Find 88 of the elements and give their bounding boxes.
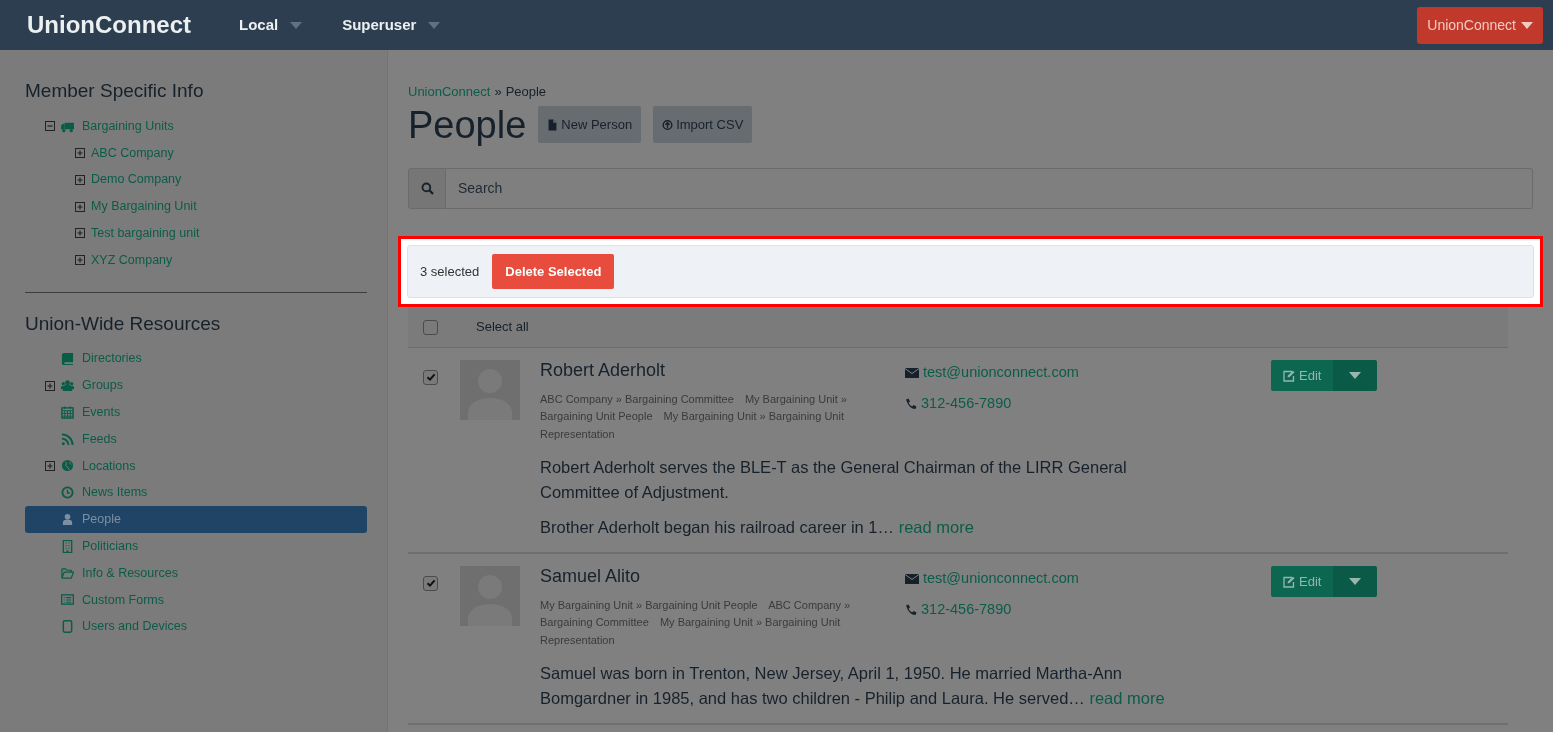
account-dropdown-button[interactable]: UnionConnect [1417,6,1543,44]
caret-icon [290,21,303,29]
users-icon [61,379,74,393]
group-tags: My Bargaining Unit » Bargaining Unit People ABC Company » Bargaining Committee My Bargaining Unit » Bargaining Unit Representation [540,596,870,650]
section-heading: Member Specific Info [25,80,205,103]
sidebar-item[interactable]: Custom Forms [25,586,367,614]
bio-paragraph: Samuel was born in Trenton, New Jersey, April 1, 1950. He married Martha-Ann Bomgardner in 1985, and has two children - Philip and Laura. He served… read more [540,663,1166,710]
building-icon [61,539,74,553]
dropdown-toggle-button[interactable] [1333,566,1378,598]
bio-paragraph: Robert Aderholt serves the BLE-T as the General Chairman of the LIRR General Committee of Adjustment. [540,457,1128,504]
clock-icon [61,486,74,500]
sidebar-item[interactable]: Info & Resources [25,559,367,587]
sidebar-item[interactable]: Bargaining Units [25,112,367,140]
expand-toggle-icon [45,380,55,391]
brand-logo-text[interactable]: UnionConnect [27,7,191,43]
dropdown-toggle-button[interactable] [1333,360,1378,391]
envelope-icon [905,572,919,585]
read-more-link[interactable]: read more [1089,689,1165,708]
globe-icon [61,459,74,473]
check-icon [425,372,436,382]
nav-dropdown[interactable]: Superuser [342,13,441,37]
phone-link[interactable]: 312-456-7890 [905,598,1012,621]
section-heading: Union-Wide Resources [25,312,222,336]
edit-button[interactable]: Edit [1271,360,1334,391]
expand-toggle-icon [45,460,55,471]
checked-checkbox[interactable] [423,369,438,385]
list-icon [61,593,74,607]
checkbox[interactable] [423,319,438,335]
sidebar-item[interactable]: Users and Devices [25,613,367,641]
group-tags: ABC Company » Bargaining Committee My Bargaining Unit » Bargaining Unit People My Bargaining Unit » Bargaining Unit Representation [540,390,870,444]
edit-icon [1283,369,1295,382]
check-icon [425,578,436,589]
calendar-icon [61,405,74,419]
search-field[interactable]: Search [446,167,1533,209]
tablet-icon [61,620,74,634]
sidebar-item[interactable]: Feeds [25,425,367,453]
file-icon [547,118,559,131]
caret-icon [1349,578,1362,586]
expand-toggle-icon [75,255,85,266]
sidebar-item[interactable]: My Bargaining Unit [25,193,367,220]
sidebar-item[interactable]: Groups [25,372,367,399]
expand-toggle-icon [75,201,85,212]
page-title: People [408,105,527,144]
sidebar-item[interactable]: Test bargaining unit [25,220,367,247]
caret-icon [428,21,441,29]
new-person-button[interactable]: New Person [538,105,642,144]
email-link[interactable]: test@unionconnect.com [905,568,1079,590]
sidebar-item[interactable]: Locations [25,452,367,480]
phone-icon [905,603,917,616]
breadcrumb-separator: » [494,83,502,101]
nav-dropdown[interactable]: Local [239,13,303,37]
phone-link[interactable]: 312-456-7890 [905,392,1012,415]
sidebar-item[interactable]: ABC Company [25,139,367,167]
checked-checkbox[interactable] [423,575,438,591]
person-name[interactable]: Samuel Alito [540,566,905,588]
sidebar-item[interactable]: Directories [25,345,367,373]
selected-count: 3 selected [420,262,480,281]
read-more-link[interactable]: read more [898,518,974,537]
breadcrumb-link[interactable]: UnionConnect [408,82,491,102]
bio-paragraph: Brother Aderholt began his railroad career in 1… read more [540,517,975,539]
select-all-label[interactable]: Select all [476,317,529,337]
folder-icon [61,566,74,580]
envelope-icon [905,366,919,379]
sidebar-item[interactable]: Events [25,398,367,426]
breadcrumb-current: People [505,83,547,101]
upload-circle-icon [662,118,674,131]
delete-selected-button[interactable]: Delete Selected [492,253,615,289]
expand-toggle-icon [75,174,85,185]
import-csv-button[interactable]: Import CSV [653,105,753,144]
collapse-toggle-icon [45,121,55,132]
sidebar-item[interactable]: XYZ Company [25,246,367,274]
caret-icon [1349,372,1362,379]
edit-icon [1283,575,1295,588]
sidebar-item[interactable]: News Items [25,479,367,507]
edit-button[interactable]: Edit [1271,566,1334,598]
expand-toggle-icon [75,148,85,158]
sidebar-item[interactable]: Demo Company [25,166,367,194]
email-link[interactable]: test@unionconnect.com [905,362,1079,384]
rss-icon [61,432,74,446]
sidebar-item[interactable]: Politicians [25,532,367,560]
phone-icon [905,397,917,410]
expand-toggle-icon [75,228,85,239]
user-icon [61,513,74,527]
search-icon [420,181,434,195]
caret-icon [1521,21,1533,29]
person-name[interactable]: Robert Aderholt [540,360,905,382]
sidebar-item[interactable]: People [25,506,367,533]
book-icon [61,352,74,366]
